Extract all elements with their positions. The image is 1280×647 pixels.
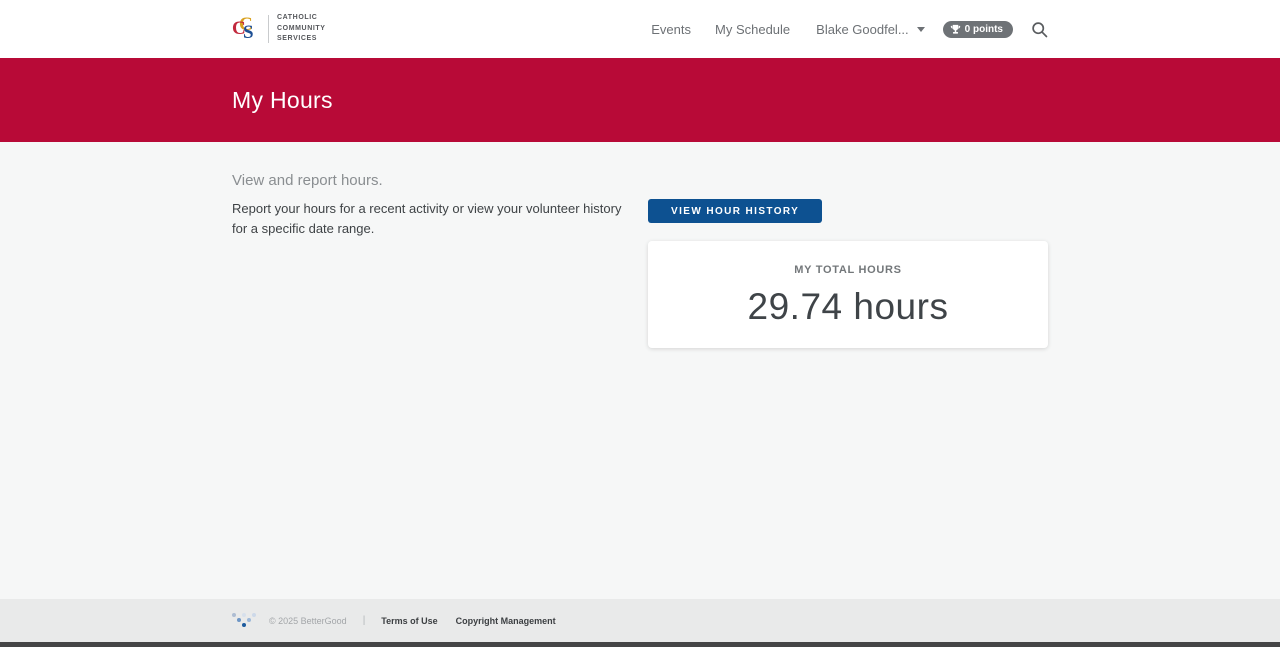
footer-divider: | xyxy=(362,615,366,626)
bettergood-dots-icon xyxy=(232,613,257,628)
main-content: View and report hours. Report your hours… xyxy=(0,142,1280,599)
monogram-letter-red: C xyxy=(232,18,246,39)
page-title: My Hours xyxy=(232,86,333,113)
ccs-logo[interactable]: C C S CATHOLIC COMMUNITY SERVICES xyxy=(232,13,326,45)
trophy-icon xyxy=(950,24,960,34)
section-description: Report your hours for a recent activity … xyxy=(232,201,622,237)
user-menu[interactable]: Blake Goodfel... xyxy=(816,22,925,37)
points-badge-label: 0 points xyxy=(964,23,1003,35)
user-menu-label: Blake Goodfel... xyxy=(816,21,909,37)
total-hours-card: MY TOTAL HOURS 29.74 hours xyxy=(648,241,1048,348)
bottom-bar xyxy=(0,642,1280,647)
copyright-text: © 2025 BetterGood xyxy=(269,615,347,626)
nav-item-events[interactable]: Events xyxy=(651,22,691,37)
search-icon xyxy=(1032,21,1048,37)
page-header-banner: My Hours xyxy=(0,58,1280,142)
section-heading: View and report hours. xyxy=(232,172,383,189)
footer-link-terms-of-use[interactable]: Terms of Use xyxy=(381,616,437,626)
chevron-down-icon xyxy=(916,26,925,32)
org-name-line-3: SERVICES xyxy=(277,35,318,43)
logo-divider xyxy=(268,15,269,43)
ccs-monogram-icon: C C S xyxy=(232,13,262,45)
content-row: Report your hours for a recent activity … xyxy=(232,199,1048,348)
primary-nav: Events My Schedule Blake Goodfel... 0 po… xyxy=(627,20,1048,38)
view-hour-history-button[interactable]: VIEW HOUR HISTORY xyxy=(648,199,823,223)
search-button[interactable] xyxy=(1031,21,1048,38)
points-badge[interactable]: 0 points xyxy=(942,20,1013,38)
total-hours-value: 29.74 hours xyxy=(747,286,949,327)
total-hours-label: MY TOTAL HOURS xyxy=(794,264,902,276)
org-name: CATHOLIC COMMUNITY SERVICES xyxy=(277,13,326,45)
hours-column: VIEW HOUR HISTORY MY TOTAL HOURS 29.74 h… xyxy=(648,199,1048,348)
org-name-line-2: COMMUNITY xyxy=(277,24,326,32)
org-name-line-1: CATHOLIC xyxy=(277,14,318,22)
top-navigation-bar: C C S CATHOLIC COMMUNITY SERVICES Events… xyxy=(0,0,1280,58)
footer-link-copyright-management[interactable]: Copyright Management xyxy=(456,616,556,626)
footer: © 2025 BetterGood | Terms of Use Copyrig… xyxy=(0,599,1280,642)
nav-item-my-schedule[interactable]: My Schedule xyxy=(715,22,790,37)
